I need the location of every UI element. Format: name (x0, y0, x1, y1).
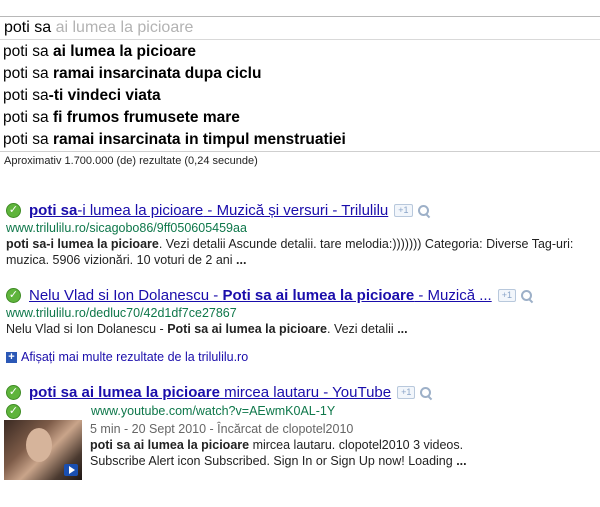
title-suffix: - Muzică ... (414, 286, 492, 304)
suggestion-prefix: poti sa (3, 131, 53, 148)
play-icon (64, 464, 78, 476)
snippet-bold: poti sa (6, 237, 47, 251)
suggestion-item[interactable]: poti sa ramai insarcinata in timpul mens… (0, 129, 600, 151)
checkmark-icon: ✓ (6, 287, 21, 303)
title-suffix: mircea lautaru - YouTube (219, 383, 392, 401)
snippet-ellipsis: ... (397, 322, 408, 336)
checkmark-icon: ✓ (6, 202, 21, 218)
result-title-link[interactable]: Nelu Vlad si Ion Dolanescu - Poti sa ai … (29, 287, 492, 304)
suggestion-prefix: poti sa (3, 43, 53, 60)
suggestion-completion: -ti vindeci viata (48, 87, 161, 104)
title-bold: poti sa (29, 201, 78, 219)
snippet-ellipsis: ... (236, 252, 247, 267)
checkmark-icon: ✓ (6, 384, 21, 400)
result-stats: Aproximativ 1.700.000 (de) rezultate (0,… (4, 155, 258, 167)
video-meta: 5 min - 20 Sept 2010 - Încărcat de clopo… (90, 422, 354, 436)
result-title-link[interactable]: poti sa ai lumea la picioare mircea laut… (29, 384, 391, 401)
snippet-bold: Poti sa ai lumea la picioare (167, 322, 327, 336)
snippet-bold: poti sa ai lumea la picioare (90, 438, 250, 452)
plus-one-button[interactable]: +1 (497, 288, 516, 302)
snippet-plain: Nelu Vlad si Ion Dolanescu - (6, 322, 168, 336)
result-title-link[interactable]: poti sa-i lumea la picioare - Muzică și … (29, 202, 388, 219)
suggestion-item[interactable]: poti sa fi frumos frumusete mare (0, 107, 600, 129)
checkmark-icon: ✓ (6, 403, 21, 419)
thumbnail-face (26, 428, 52, 462)
search-result: ✓ Nelu Vlad si Ion Dolanescu - Poti sa a… (6, 285, 596, 338)
result-snippet: Nelu Vlad si Ion Dolanescu - Poti sa ai … (6, 322, 596, 338)
result-url: www.youtube.com/watch?v=AEwmK0AL-1Y (91, 404, 336, 418)
expand-plus-icon: + (6, 351, 17, 363)
title-bold-cont: -i lumea la picioare (77, 201, 204, 219)
snippet-text: . Vezi detalii (327, 322, 398, 336)
suggestion-prefix: poti sa (3, 87, 49, 104)
title-suffix: - Muzică și versuri - Trilulilu (203, 201, 389, 219)
search-result: ✓ poti sa-i lumea la picioare - Muzică ș… (6, 200, 596, 268)
search-result: ✓ poti sa ai lumea la picioare mircea la… (4, 382, 596, 480)
plus-one-button[interactable]: +1 (397, 385, 416, 399)
result-url: www.trilulilu.ro/sicagobo86/9ff050605459… (6, 221, 247, 235)
title-plain: Nelu Vlad si Ion Dolanescu - (29, 286, 223, 304)
more-results-label: Afișați mai multe rezultate de la trilul… (21, 350, 249, 364)
snippet-bold-cont: -i lumea la picioare (46, 237, 159, 251)
snippet-ellipsis: ... (456, 453, 467, 468)
suggestion-completion: ramai insarcinata dupa ciclu (52, 65, 262, 82)
result-url: www.trilulilu.ro/dedluc70/42d1df7ce27867 (6, 306, 237, 320)
title-bold: poti sa ai lumea la picioare (29, 383, 220, 401)
suggestion-list: poti sa ai lumea la picioare poti sa ram… (0, 41, 600, 152)
suggestion-completion: fi frumos frumusete mare (52, 109, 240, 126)
suggestion-prefix: poti sa (3, 65, 53, 82)
suggestion-item[interactable]: poti sa ai lumea la picioare (0, 41, 600, 63)
plus-one-button[interactable]: +1 (394, 203, 413, 217)
suggestion-prefix: poti sa (3, 109, 53, 126)
suggestion-item[interactable]: poti sa-ti vindeci viata (0, 85, 600, 107)
result-snippet: poti sa-i lumea la picioare. Vezi detali… (6, 237, 596, 268)
magnifier-icon[interactable] (419, 386, 432, 399)
search-query[interactable]: poti sa ai lumea la picioare (4, 19, 193, 37)
suggestion-item[interactable]: poti sa ramai insarcinata dupa ciclu (0, 63, 600, 85)
search-autocomplete-ghost: ai lumea la picioare (51, 19, 194, 36)
more-results-link[interactable]: + Afișați mai multe rezultate de la tril… (6, 350, 248, 364)
suggestion-completion: ramai insarcinata in timpul menstruatiei (52, 131, 346, 148)
magnifier-icon[interactable] (417, 204, 430, 217)
suggestion-completion: ai lumea la picioare (52, 43, 196, 60)
video-thumbnail[interactable] (4, 420, 82, 480)
search-input[interactable]: poti sa ai lumea la picioare (0, 16, 600, 40)
title-bold: Poti sa ai lumea la picioare (222, 286, 415, 304)
magnifier-icon[interactable] (520, 289, 533, 302)
result-snippet: poti sa ai lumea la picioare mircea laut… (90, 438, 510, 469)
search-typed-text: poti sa (4, 19, 52, 36)
